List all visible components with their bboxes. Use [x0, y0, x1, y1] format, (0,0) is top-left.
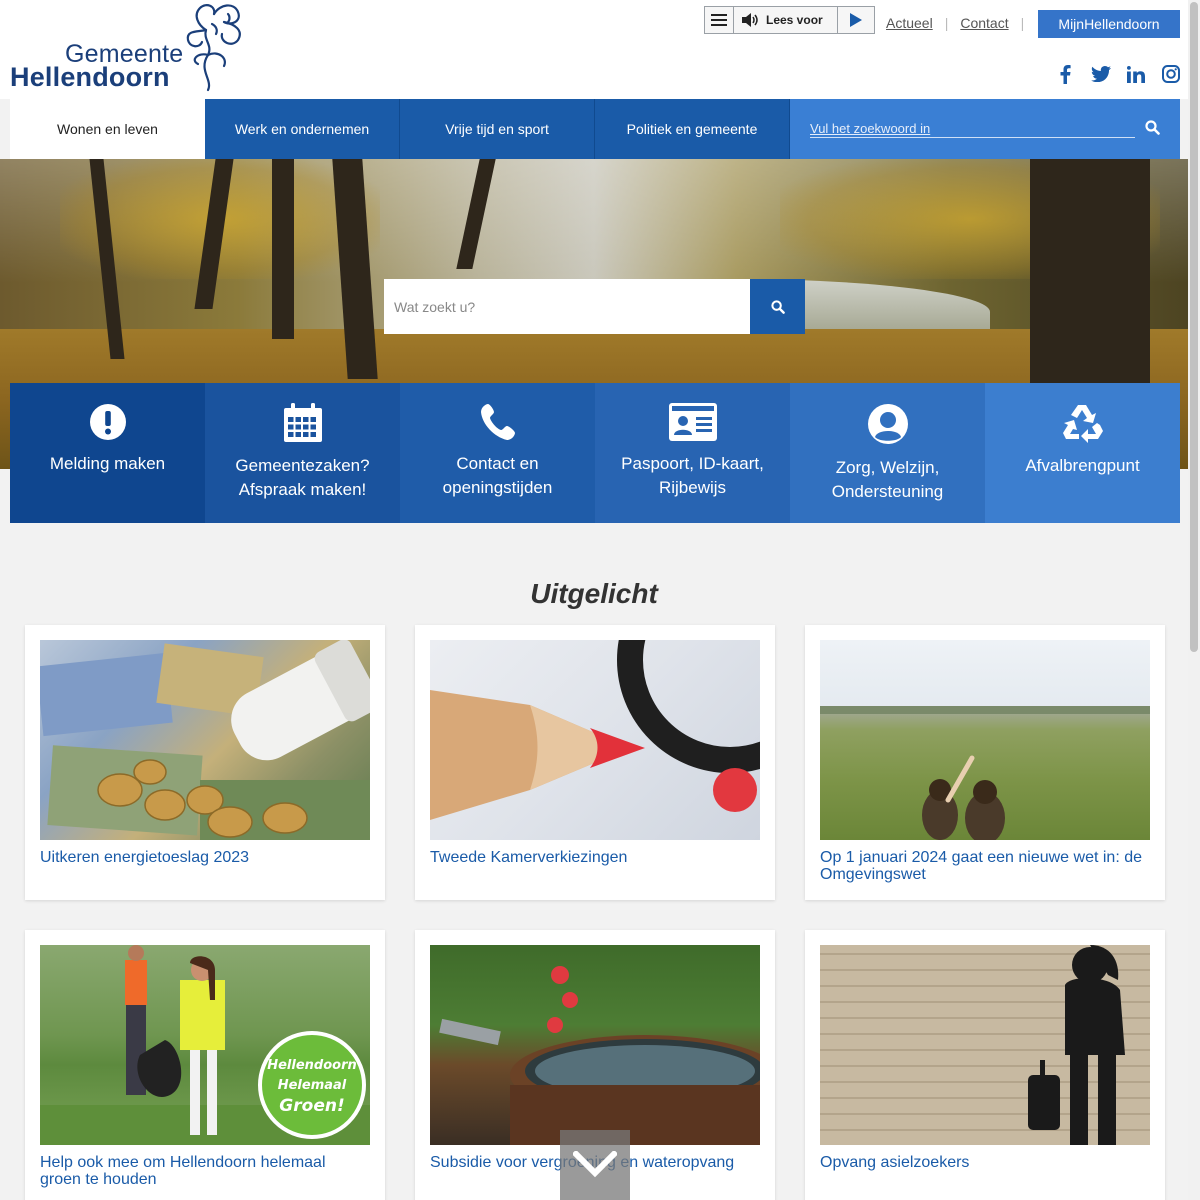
- readspeaker-label: Lees voor: [766, 13, 823, 27]
- municipality-logo[interactable]: Gemeente Hellendoorn: [8, 0, 253, 96]
- speaker-icon: [742, 13, 758, 27]
- featured-card-omgevingswet[interactable]: Op 1 januari 2024 gaat een nieuwe wet in…: [805, 625, 1165, 900]
- tile-label-line2: Rijbewijs: [658, 478, 727, 497]
- logo-text-hellendoorn: Hellendoorn: [10, 62, 170, 92]
- badge-text-line2: Helemaal: [278, 1078, 347, 1093]
- card-caption: Opvang asielzoekers: [820, 1154, 970, 1171]
- menu-icon: [711, 14, 727, 26]
- tile-label-line2: Ondersteuning: [831, 482, 944, 501]
- readspeaker-menu-button[interactable]: [705, 7, 734, 33]
- badge-text-line1: Hellendoorn: [267, 1058, 357, 1073]
- card-image-field-landscape: [820, 640, 1150, 840]
- quick-link-tiles: Melding maken Gemeentezaken? Afspraak ma…: [10, 383, 1180, 523]
- twitter-icon[interactable]: [1083, 64, 1118, 84]
- card-image-money-thermostat: [40, 640, 370, 840]
- featured-card-tweede-kamerverkiezingen[interactable]: Tweede Kamerverkiezingen: [415, 625, 775, 900]
- readspeaker-widget: Lees voor: [704, 6, 875, 34]
- nav-item-politiek-en-gemeente[interactable]: Politiek en gemeente: [595, 99, 790, 159]
- search-icon: [770, 299, 785, 314]
- play-icon: [850, 13, 862, 27]
- social-links: [1048, 64, 1188, 84]
- search-icon: [1145, 120, 1160, 135]
- site-header: Gemeente Hellendoorn Lees voor Actueel |…: [0, 0, 1188, 99]
- chevron-down-icon: [573, 1151, 617, 1178]
- link-separator: |: [944, 15, 949, 31]
- badge-text-line3: Groen!: [279, 1096, 344, 1116]
- featured-section-title: Uitgelicht: [530, 578, 658, 609]
- featured-card-energietoeslag[interactable]: Uitkeren energietoeslag 2023: [25, 625, 385, 900]
- tile-contact-openingstijden[interactable]: Contact en openingstijden: [400, 383, 595, 523]
- scroll-down-button[interactable]: [560, 1130, 630, 1200]
- id-card-icon: [668, 403, 717, 441]
- hero-search-box: [384, 279, 805, 334]
- hero-search-button[interactable]: [750, 279, 805, 334]
- tile-label-line2: Afspraak maken!: [238, 480, 367, 499]
- tile-zorg-welzijn-ondersteuning[interactable]: Zorg, Welzijn, Ondersteuning: [790, 383, 985, 523]
- nav-search-box: [790, 99, 1180, 159]
- nav-search-button[interactable]: [1145, 120, 1160, 140]
- linkedin-icon[interactable]: [1118, 64, 1153, 84]
- card-image-red-pencil: [430, 640, 760, 840]
- nav-item-werk-en-ondernemen[interactable]: Werk en ondernemen: [205, 99, 400, 159]
- nav-item-vrije-tijd-en-sport[interactable]: Vrije tijd en sport: [400, 99, 595, 159]
- tile-label-line1: Paspoort, ID-kaart,: [621, 454, 764, 473]
- tile-melding-maken[interactable]: Melding maken: [10, 383, 205, 523]
- scrollbar-thumb[interactable]: [1190, 2, 1198, 652]
- card-caption: Op 1 januari 2024 gaat een nieuwe wet in…: [820, 849, 1143, 883]
- tile-label-line1: Gemeentezaken?: [235, 456, 370, 475]
- tile-label-line1: Zorg, Welzijn,: [835, 458, 940, 477]
- card-caption: Uitkeren energietoeslag 2023: [40, 849, 250, 866]
- exclamation-icon: [89, 404, 126, 440]
- page-scrollbar[interactable]: [1188, 0, 1200, 1200]
- tile-label-line1: Contact en: [456, 454, 539, 473]
- tile-paspoort-idkaart-rijbewijs[interactable]: Paspoort, ID-kaart, Rijbewijs: [595, 383, 790, 523]
- hero-tree-trunk: [456, 159, 496, 269]
- link-actueel[interactable]: Actueel: [886, 15, 933, 31]
- tile-label-line2: openingstijden: [442, 478, 553, 497]
- hero-search-input[interactable]: [384, 279, 750, 334]
- featured-card-opvang-asielzoekers[interactable]: Opvang asielzoekers: [805, 930, 1165, 1200]
- mijnhellendoorn-button[interactable]: MijnHellendoorn: [1038, 10, 1180, 38]
- nav-search-input[interactable]: [810, 119, 1135, 138]
- card-image-litter-pickers: Hellendoorn Helemaal Groen!: [40, 945, 370, 1145]
- link-contact[interactable]: Contact: [960, 15, 1008, 31]
- featured-card-hellendoorn-groen[interactable]: Hellendoorn Helemaal Groen! Help ook mee…: [25, 930, 385, 1200]
- tile-label-line1: Melding maken: [49, 454, 166, 473]
- tile-afvalbrengpunt[interactable]: Afvalbrengpunt: [985, 383, 1180, 523]
- instagram-icon[interactable]: [1153, 64, 1188, 84]
- tile-label-line1: Afvalbrengpunt: [1025, 456, 1140, 475]
- nav-item-wonen-en-leven[interactable]: Wonen en leven: [10, 99, 205, 159]
- phone-icon: [480, 404, 515, 440]
- user-icon: [867, 404, 908, 444]
- link-separator: |: [1020, 15, 1025, 31]
- card-image-brick-wall-silhouette: [820, 945, 1150, 1145]
- tree-logo-icon: [186, 4, 241, 92]
- card-caption: Help ook mee om Hellendoorn helemaal gro…: [40, 1154, 326, 1188]
- recycle-icon: [1062, 405, 1103, 443]
- main-navigation: Wonen en leven Werk en ondernemen Vrije …: [10, 99, 1180, 159]
- hero-tree-trunk: [272, 159, 294, 339]
- top-links: Actueel | Contact |: [886, 15, 1036, 31]
- card-caption: Tweede Kamerverkiezingen: [430, 849, 628, 866]
- facebook-icon[interactable]: [1048, 64, 1083, 84]
- tile-afspraak-maken[interactable]: Gemeentezaken? Afspraak maken!: [205, 383, 400, 523]
- card-image-rain-barrel: [430, 945, 760, 1145]
- calendar-icon: [283, 403, 322, 442]
- readspeaker-play-button[interactable]: [837, 7, 874, 33]
- readspeaker-listen-button[interactable]: Lees voor: [734, 7, 837, 33]
